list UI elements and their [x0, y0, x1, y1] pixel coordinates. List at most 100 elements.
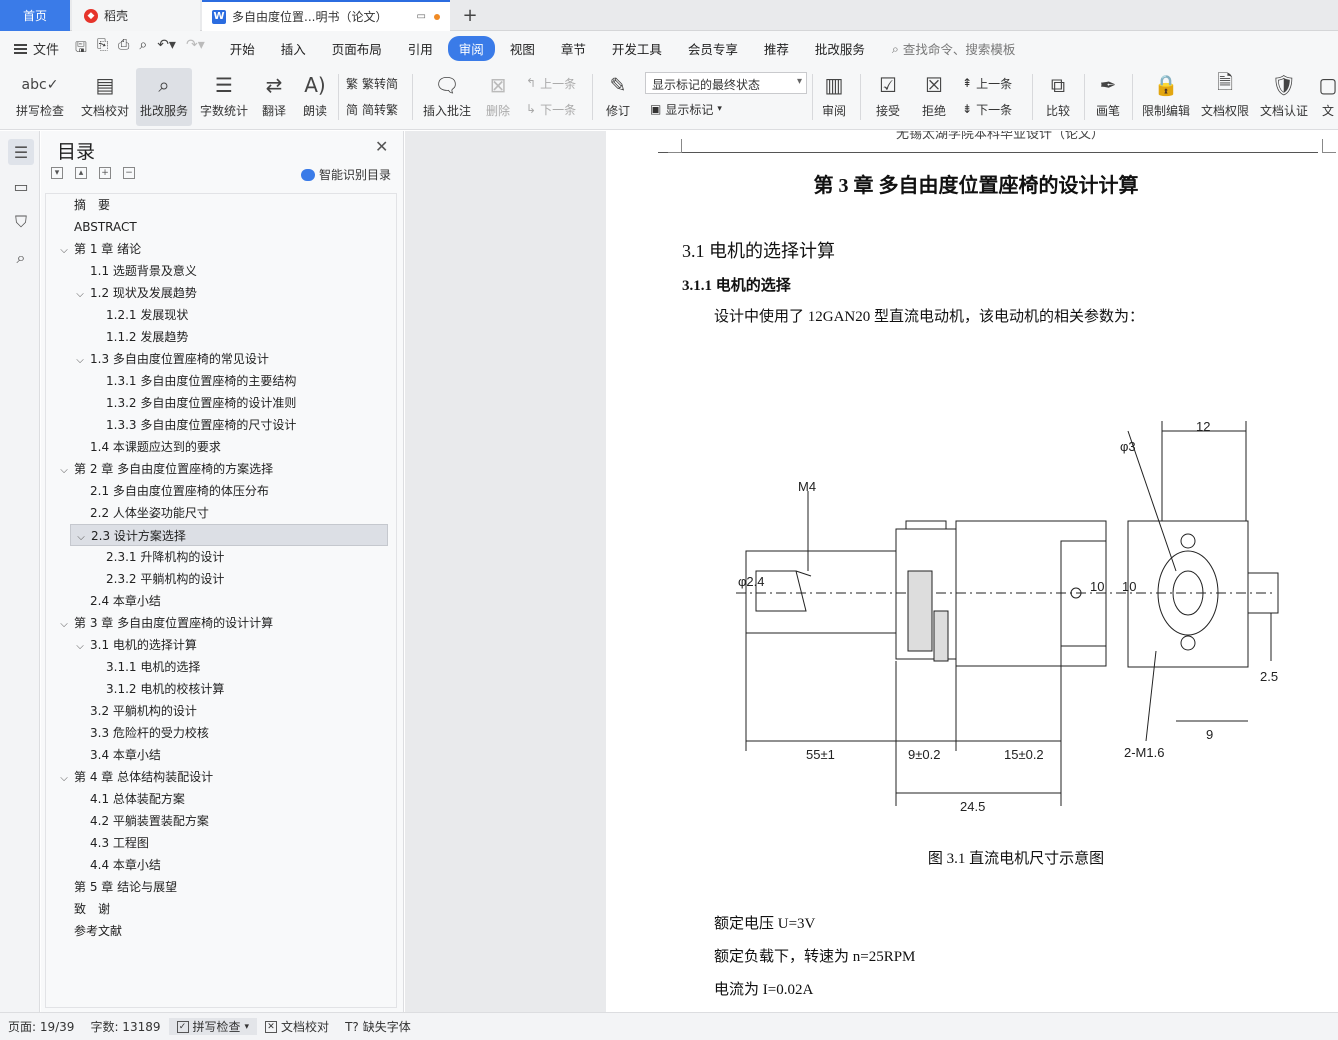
toc-item[interactable]: 3.2 平躺机构的设计 [46, 700, 396, 722]
chevron-down-icon[interactable]: ⌵ [58, 240, 70, 262]
smart-toc-button[interactable]: 智能识别目录 [301, 166, 391, 183]
ribbon-tab-9[interactable]: 推荐 [753, 36, 800, 61]
next-change-button[interactable]: ⇟ 下一条 [962, 98, 1012, 120]
ribbon-tab-8[interactable]: 会员专享 [677, 36, 749, 61]
toc-item[interactable]: 2.2 人体坐姿功能尺寸 [46, 502, 396, 524]
close-icon[interactable]: ✕ [375, 137, 388, 156]
prev-change-button[interactable]: ⇞ 上一条 [962, 72, 1012, 94]
toc-item[interactable]: 2.4 本章小结 [46, 590, 396, 612]
toc-item[interactable]: 1.1 选题背景及意义 [46, 260, 396, 282]
ribbon-tab-1[interactable]: 插入 [270, 36, 317, 61]
delete-comment-button[interactable]: ⊠ 删除 [478, 68, 518, 126]
ribbon-tab-6[interactable]: 章节 [550, 36, 597, 61]
toc-item[interactable]: 2.3.2 平躺机构的设计 [46, 568, 396, 590]
toc-item[interactable]: 1.4 本课题应达到的要求 [46, 436, 396, 458]
status-proofread[interactable]: ✕ 文档校对 [257, 1018, 337, 1035]
collapse-all-icon[interactable]: ▴ [75, 167, 87, 179]
ribbon-tab-4[interactable]: 审阅 [447, 36, 495, 61]
status-spell-check[interactable]: ✓ 拼写检查 ▾ [168, 1018, 258, 1035]
toc-item[interactable]: 1.1.2 发展趋势 [46, 326, 396, 348]
doc-proofread-button[interactable]: ▤ 文档校对 [76, 68, 134, 126]
toc-item[interactable]: 4.1 总体装配方案 [46, 788, 396, 810]
prev-comment-button[interactable]: ↰ 上一条 [526, 72, 576, 94]
ribbon-tab-0[interactable]: 开始 [219, 36, 266, 61]
toc-item[interactable]: 3.3 危险杆的受力校核 [46, 722, 396, 744]
toc-item[interactable]: ⌵ 第 2 章 多自由度位置座椅的方案选择 [46, 458, 396, 480]
toc-item[interactable]: 1.3.3 多自由度位置座椅的尺寸设计 [46, 414, 396, 436]
toc-item[interactable]: 摘 要 [46, 194, 396, 216]
reject-button[interactable]: ☒ 拒绝 [914, 68, 954, 126]
show-markup-button[interactable]: ▣ 显示标记 ▾ [650, 98, 722, 120]
toc-item[interactable]: ⌵ 第 3 章 多自由度位置座椅的设计计算 [46, 612, 396, 634]
ribbon-tab-2[interactable]: 页面布局 [321, 36, 393, 61]
toc-item[interactable]: ⌵ 1.3 多自由度位置座椅的常见设计 [46, 348, 396, 370]
ribbon-tab-3[interactable]: 引用 [397, 36, 444, 61]
page-indicator[interactable]: 页面: 19/39 [0, 1018, 82, 1035]
bookmark-icon[interactable]: ⛉ [8, 209, 34, 235]
missing-font-indicator[interactable]: T? 缺失字体 [337, 1018, 419, 1035]
review-pane-button[interactable]: ▥ 审阅 [816, 68, 852, 126]
toc-item[interactable]: 2.3.1 升降机构的设计 [46, 546, 396, 568]
chevron-down-icon[interactable]: ⌵ [58, 460, 70, 482]
ribbon-tab-5[interactable]: 视图 [499, 36, 546, 61]
insert-comment-button[interactable]: 🗨 插入批注 [420, 68, 474, 126]
file-menu[interactable]: 文件 [0, 39, 69, 58]
more-ribbon-button[interactable]: ▢ 文 [1318, 68, 1338, 126]
compare-button[interactable]: ⧉ 比较 [1038, 68, 1078, 126]
command-search[interactable]: ⌕ 查找命令、搜索模板 [892, 39, 1016, 58]
ribbon-tab-10[interactable]: 批改服务 [804, 36, 876, 61]
pen-button[interactable]: ✒ 画笔 [1090, 68, 1126, 126]
toc-item[interactable]: ⌵ 第 1 章 绪论 [46, 238, 396, 260]
toc-item[interactable]: 3.4 本章小结 [46, 744, 396, 766]
ribbon-tab-7[interactable]: 开发工具 [601, 36, 673, 61]
toc-item[interactable]: 致 谢 [46, 898, 396, 920]
toc-item[interactable]: 2.1 多自由度位置座椅的体压分布 [46, 480, 396, 502]
chapter-nav-icon[interactable]: ▭ [8, 173, 34, 199]
chevron-down-icon[interactable]: ⌵ [74, 636, 86, 658]
toc-item[interactable]: 4.2 平躺装置装配方案 [46, 810, 396, 832]
toc-pane-icon[interactable]: ☰ [8, 139, 34, 165]
doc-permission-button[interactable]: 🗎 文档权限 [1198, 68, 1252, 126]
save-icon[interactable]: 🖫 [75, 37, 87, 61]
redo-icon[interactable]: ↷▾ [186, 37, 205, 61]
print-preview-icon[interactable]: ⌕ [139, 37, 147, 61]
simp-to-trad-button[interactable]: 简简转繁 [346, 98, 398, 120]
document-page[interactable]: 无锡太湖学院本科毕业设计（论文） 第 3 章 多自由度位置座椅的设计计算 3.1… [606, 131, 1338, 1012]
toc-item[interactable]: 1.3.1 多自由度位置座椅的主要结构 [46, 370, 396, 392]
toc-item[interactable]: 4.4 本章小结 [46, 854, 396, 876]
word-count-button[interactable]: ☰ 字数统计 [196, 68, 252, 126]
display-icon[interactable]: ▭ [417, 11, 426, 22]
toc-item[interactable]: ABSTRACT [46, 216, 396, 238]
chevron-down-icon[interactable]: ⌵ [58, 614, 70, 636]
chevron-down-icon[interactable]: ⌵ [74, 284, 86, 306]
restrict-edit-button[interactable]: 🔒 限制编辑 [1138, 68, 1194, 126]
expand-all-icon[interactable]: ▾ [51, 167, 63, 179]
read-aloud-button[interactable]: A) 朗读 [298, 68, 332, 126]
export-pdf-icon[interactable]: ⎘ [97, 37, 108, 61]
toc-item[interactable]: 4.3 工程图 [46, 832, 396, 854]
find-icon[interactable]: ⌕ [8, 245, 34, 271]
translate-button[interactable]: ⇄ 翻译 [254, 68, 294, 126]
toc-item[interactable]: 第 5 章 结论与展望 [46, 876, 396, 898]
toc-item[interactable]: 3.1.2 电机的校核计算 [46, 678, 396, 700]
markup-state-select[interactable]: 显示标记的最终状态 [645, 72, 807, 94]
toc-item[interactable]: 参考文献 [46, 920, 396, 942]
spell-check-button[interactable]: abc✓ 拼写检查 [8, 68, 72, 126]
print-icon[interactable]: ⎙ [118, 37, 129, 61]
toc-item[interactable]: ⌵ 3.1 电机的选择计算 [46, 634, 396, 656]
toc-item[interactable]: ⌵ 1.2 现状及发展趋势 [46, 282, 396, 304]
toc-item[interactable]: ⌵ 第 4 章 总体结构装配设计 [46, 766, 396, 788]
correction-service-button[interactable]: ⌕ 批改服务 [136, 68, 192, 126]
toc-item[interactable]: 1.2.1 发展现状 [46, 304, 396, 326]
toc-item[interactable]: ⌵ 2.3 设计方案选择 [70, 524, 388, 546]
tab-document[interactable]: W 多自由度位置...明书（论文） ▭ [202, 0, 450, 31]
remove-heading-icon[interactable]: − [123, 167, 135, 179]
next-comment-button[interactable]: ↳ 下一条 [526, 98, 576, 120]
doc-certify-button[interactable]: 🛡 文档认证 [1256, 68, 1312, 126]
tab-home[interactable]: 首页 [0, 0, 70, 31]
trad-to-simp-button[interactable]: 繁繁转简 [346, 72, 398, 94]
chevron-down-icon[interactable]: ⌵ [74, 350, 86, 372]
word-count-indicator[interactable]: 字数: 13189 [82, 1018, 168, 1035]
tab-docer[interactable]: ◆ 稻壳 [72, 0, 200, 31]
undo-icon[interactable]: ↶▾ [157, 37, 176, 61]
